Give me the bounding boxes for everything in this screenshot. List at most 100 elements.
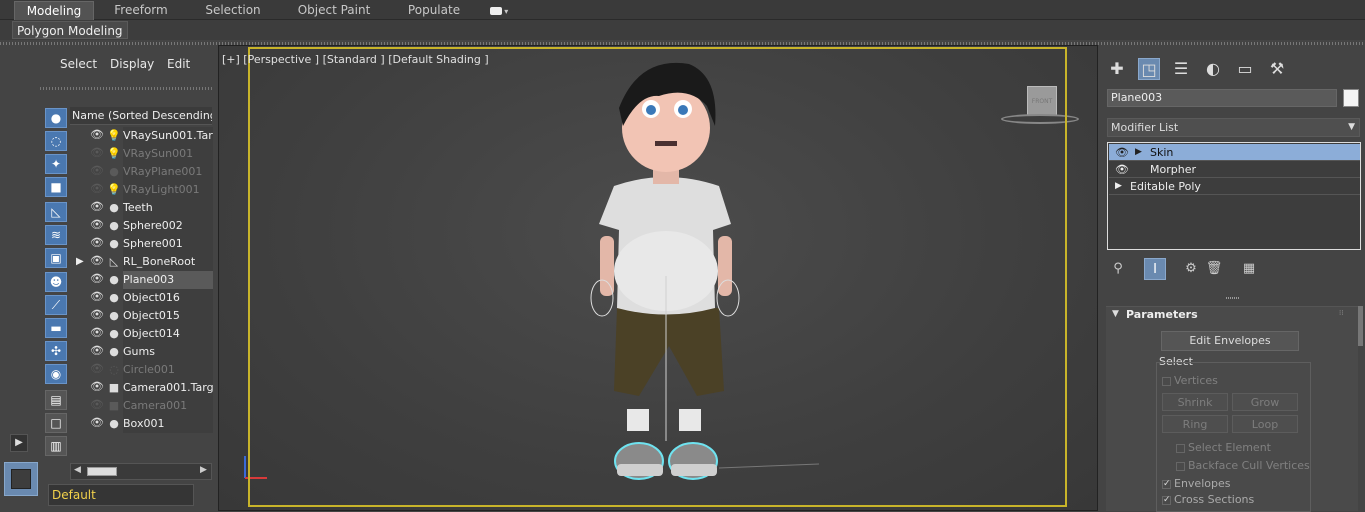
- expand-arrow-icon[interactable]: ▶: [76, 253, 84, 271]
- object-name-field[interactable]: Plane003: [1107, 89, 1337, 107]
- list-item[interactable]: 👁 ● Sphere002: [70, 217, 213, 235]
- configure-modifier-sets-icon[interactable]: ▦: [1238, 258, 1260, 280]
- viewport-layout-button[interactable]: [4, 462, 38, 496]
- list-item[interactable]: 👁 ● Box001: [70, 415, 213, 433]
- eye-icon[interactable]: 👁: [90, 255, 104, 266]
- eye-icon[interactable]: 👁: [90, 129, 104, 140]
- tab-populate[interactable]: Populate: [400, 1, 468, 20]
- stack-item-skin[interactable]: 👁 ▶ Skin: [1109, 144, 1360, 161]
- expand-arrow-icon[interactable]: ▶: [1115, 178, 1122, 195]
- eye-icon[interactable]: 👁: [90, 237, 104, 248]
- shrink-button[interactable]: Shrink: [1162, 393, 1228, 411]
- eye-icon[interactable]: 👁: [90, 363, 104, 374]
- display-invert-icon[interactable]: ▥: [45, 436, 67, 456]
- modifier-list-dropdown[interactable]: Modifier List ▼: [1107, 118, 1360, 137]
- display-bones-icon[interactable]: ⟋: [45, 295, 67, 315]
- display-helpers-icon[interactable]: ◺: [45, 202, 67, 222]
- display-shapes-icon[interactable]: ◌: [45, 131, 67, 151]
- display-frozen-icon[interactable]: ✣: [45, 341, 67, 361]
- eye-icon[interactable]: 👁: [1115, 161, 1129, 178]
- display-xrefs-icon[interactable]: ☻: [45, 272, 67, 292]
- list-item[interactable]: 👁 ● Object016: [70, 289, 213, 307]
- tab-selection[interactable]: Selection: [198, 1, 268, 20]
- display-spacewarps-icon[interactable]: ≋: [45, 225, 67, 245]
- rollout-title[interactable]: Parameters: [1126, 308, 1198, 321]
- grow-button[interactable]: Grow: [1232, 393, 1298, 411]
- column-header-name[interactable]: Name (Sorted Descending): [70, 107, 212, 125]
- display-containers-icon[interactable]: ▬: [45, 318, 67, 338]
- pin-stack-icon[interactable]: ⚲: [1107, 258, 1129, 280]
- list-item[interactable]: 👁 ■ Camera001.Targe: [70, 379, 213, 397]
- tab-object-paint[interactable]: Object Paint: [292, 1, 376, 20]
- stack-item-editable-poly[interactable]: ▶ Editable Poly: [1109, 178, 1360, 195]
- display-none-icon[interactable]: □: [45, 413, 67, 433]
- expand-arrow-icon[interactable]: ▶: [1135, 144, 1142, 161]
- eye-icon[interactable]: 👁: [90, 165, 104, 176]
- display-cameras-icon[interactable]: ■: [45, 177, 67, 197]
- panel-scrollbar[interactable]: [1358, 306, 1363, 346]
- modify-tab-icon[interactable]: ◳: [1138, 58, 1160, 80]
- eye-icon[interactable]: 👁: [90, 381, 104, 392]
- list-item[interactable]: 👁 ● Gums: [70, 343, 213, 361]
- tab-modeling[interactable]: Modeling: [14, 1, 94, 20]
- display-hidden-icon[interactable]: ◉: [45, 364, 67, 384]
- utilities-tab-icon[interactable]: ⚒: [1266, 58, 1288, 80]
- list-item[interactable]: 👁 💡 VRayLight001: [70, 181, 213, 199]
- menu-edit[interactable]: Edit: [167, 57, 190, 71]
- polygon-modeling-button[interactable]: Polygon Modeling: [12, 21, 128, 39]
- display-groups-icon[interactable]: ▣: [45, 248, 67, 268]
- eye-icon[interactable]: 👁: [90, 273, 104, 284]
- remove-modifier-icon[interactable]: 🗑: [1203, 258, 1225, 280]
- eye-icon[interactable]: 👁: [1115, 144, 1129, 161]
- stack-item-morpher[interactable]: 👁 Morpher: [1109, 161, 1360, 178]
- list-item[interactable]: 👁 ● Teeth: [70, 199, 213, 217]
- eye-icon[interactable]: 👁: [90, 291, 104, 302]
- display-geometry-icon[interactable]: ●: [45, 108, 67, 128]
- eye-icon[interactable]: 👁: [90, 219, 104, 230]
- list-item[interactable]: 👁 ● Object015: [70, 307, 213, 325]
- list-item[interactable]: 👁💡VRaySun001.Targe: [70, 127, 213, 145]
- explorer-horizontal-scrollbar[interactable]: ◀ ▶: [70, 463, 212, 480]
- viewport-label[interactable]: [+] [Perspective ] [Standard ] [Default …: [222, 53, 489, 66]
- create-tab-icon[interactable]: ✚: [1106, 58, 1128, 80]
- menu-display[interactable]: Display: [110, 57, 154, 71]
- list-item[interactable]: 👁 ◌ Circle001: [70, 361, 213, 379]
- display-lights-icon[interactable]: ✦: [45, 154, 67, 174]
- display-all-icon[interactable]: ▤: [45, 390, 67, 410]
- eye-icon[interactable]: 👁: [90, 399, 104, 410]
- layer-field[interactable]: Default: [48, 484, 194, 506]
- cross-sections-checkbox[interactable]: ✓: [1162, 496, 1171, 505]
- object-color-swatch[interactable]: [1343, 89, 1359, 107]
- list-item[interactable]: 👁 ● Object014: [70, 325, 213, 343]
- list-item[interactable]: 👁 💡 VRaySun001: [70, 145, 213, 163]
- edit-envelopes-button[interactable]: Edit Envelopes: [1161, 331, 1299, 351]
- scroll-right-icon[interactable]: ▶: [200, 465, 207, 475]
- display-tab-icon[interactable]: ▭: [1234, 58, 1256, 80]
- collapse-arrow-icon[interactable]: ▼: [1112, 309, 1119, 319]
- list-item[interactable]: 👁 ■ Camera001: [70, 397, 213, 415]
- list-item[interactable]: ▶ 👁 ◺ RL_BoneRoot: [70, 253, 213, 271]
- show-end-result-icon[interactable]: I: [1144, 258, 1166, 280]
- envelopes-checkbox[interactable]: ✓: [1162, 480, 1171, 489]
- scroll-thumb[interactable]: [87, 467, 117, 476]
- tab-freeform[interactable]: Freeform: [108, 1, 174, 20]
- eye-icon[interactable]: 👁: [90, 201, 104, 212]
- select-element-checkbox[interactable]: [1176, 444, 1185, 453]
- ribbon-options-dropdown[interactable]: ▾: [486, 1, 512, 20]
- eye-icon[interactable]: 👁: [90, 327, 104, 338]
- eye-icon[interactable]: 👁: [90, 345, 104, 356]
- menu-select[interactable]: Select: [60, 57, 97, 71]
- eye-icon[interactable]: 👁: [90, 309, 104, 320]
- loop-button[interactable]: Loop: [1232, 415, 1298, 433]
- backface-cull-checkbox[interactable]: [1176, 462, 1185, 471]
- list-item[interactable]: 👁 ● Sphere001: [70, 235, 213, 253]
- list-item[interactable]: 👁 ● VRayPlane001: [70, 163, 213, 181]
- scroll-left-icon[interactable]: ◀: [74, 465, 81, 475]
- play-icon[interactable]: ▶: [10, 434, 28, 452]
- eye-icon[interactable]: 👁: [90, 147, 104, 158]
- vertices-checkbox[interactable]: [1162, 377, 1171, 386]
- motion-tab-icon[interactable]: ◐: [1202, 58, 1224, 80]
- list-item[interactable]: 👁 ● Plane003: [70, 271, 213, 289]
- eye-icon[interactable]: 👁: [90, 417, 104, 428]
- hierarchy-tab-icon[interactable]: ☰: [1170, 58, 1192, 80]
